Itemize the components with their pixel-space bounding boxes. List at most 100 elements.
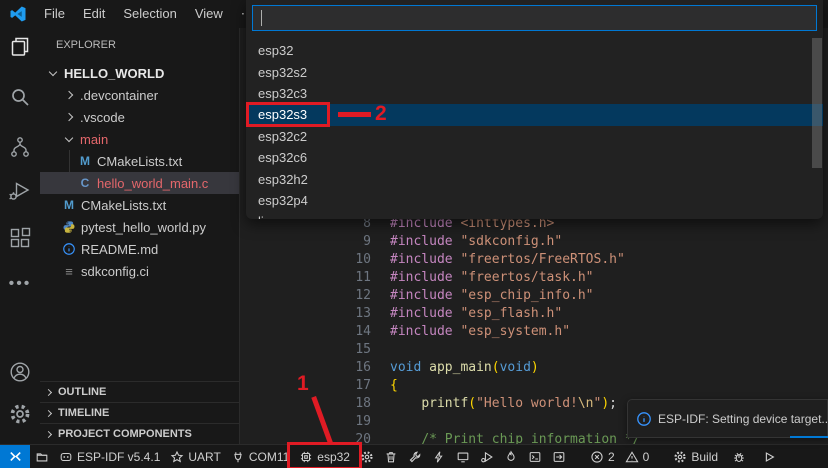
section-timeline[interactable]: TIMELINE	[40, 402, 239, 423]
quickpick-option-esp32[interactable]: esp32	[246, 40, 823, 61]
status-build-flash-monitor[interactable]	[499, 445, 523, 468]
menu-file[interactable]: File	[35, 0, 74, 28]
activity-account-icon[interactable]	[6, 358, 34, 386]
notification-text: ESP-IDF: Setting device target...	[658, 411, 828, 426]
tree-folder-vscode[interactable]: .vscode	[40, 106, 239, 128]
menu-edit[interactable]: Edit	[74, 0, 114, 28]
tree-item-label: sdkconfig.ci	[81, 263, 149, 279]
tree-folder-devcontainer[interactable]: .devcontainer	[40, 84, 239, 106]
section-outline[interactable]: OUTLINE	[40, 381, 239, 402]
line-content: /* Print chip information */	[421, 432, 641, 444]
quickpick-option-esp32c6[interactable]: esp32c6	[246, 147, 823, 168]
tree-file-CMakeLists.txt[interactable]: M CMakeLists.txt	[40, 194, 239, 216]
status-build-project[interactable]	[403, 445, 427, 468]
gear-icon	[673, 450, 687, 464]
status-label: Build	[691, 449, 719, 464]
status-custom-task[interactable]	[547, 445, 571, 468]
option-label: esp32p4	[258, 192, 308, 208]
status-build-status[interactable]: Build	[668, 445, 723, 468]
info-file-icon	[62, 242, 76, 256]
tree-file-CMakeLists.txt[interactable]: M CMakeLists.txt	[40, 150, 239, 172]
status-monitor-device[interactable]	[451, 445, 475, 468]
tree-file-README.md[interactable]: README.md	[40, 238, 239, 260]
remote-icon	[8, 449, 23, 464]
status-sdk-config-editor[interactable]	[355, 445, 379, 468]
line-number: 12	[355, 288, 371, 303]
tree-item-label: .vscode	[80, 109, 125, 125]
line-content: {	[390, 378, 398, 393]
quickpick-option-esp32c3[interactable]: esp32c3	[246, 83, 823, 104]
chevron-right-icon	[64, 90, 74, 100]
status-run-status[interactable]	[757, 445, 781, 468]
tree-item-label: README.md	[81, 241, 159, 257]
toast-notification[interactable]: ESP-IDF: Setting device target...	[627, 399, 828, 438]
gear-icon	[360, 450, 374, 464]
quickpick-option-linux[interactable]: linux	[246, 211, 823, 219]
activity-explorer-icon[interactable]	[6, 33, 34, 61]
code-line-13: 13 #include "esp_flash.h"	[240, 305, 828, 323]
activity-run-debug-icon[interactable]	[6, 177, 34, 205]
code-line-12: 12 #include "esp_chip_info.h"	[240, 287, 828, 305]
quick-pick-input[interactable]	[253, 6, 816, 30]
activity-settings-icon[interactable]	[6, 400, 34, 428]
quickpick-option-esp32s3[interactable]: esp32s3 2	[246, 102, 823, 128]
line-number: 13	[355, 306, 371, 321]
quickpick-scrollbar[interactable]	[812, 38, 822, 168]
line-number: 9	[363, 234, 371, 249]
status-bar: ESP-IDF v5.4.1 UART COM11 esp32 2 0 Build	[0, 442, 828, 468]
status-debug-status[interactable]	[727, 445, 751, 468]
line-content: #include "esp_chip_info.h"	[390, 288, 594, 303]
status-serial-port[interactable]: COM11	[226, 445, 294, 468]
status-remote-indicator[interactable]	[0, 445, 30, 468]
line-number: 19	[355, 414, 371, 429]
status-esp-idf-terminal[interactable]	[523, 445, 547, 468]
quick-pick-list: esp32 esp32s2 esp32c3 esp32s3 2 esp32c2 esp32c…	[246, 40, 823, 219]
annotation-step1-label: 1	[297, 372, 309, 395]
status-debug-device[interactable]	[475, 445, 499, 468]
code-line-15: 15	[240, 341, 828, 359]
tree-file-pytest_hello_world.py[interactable]: pytest_hello_world.py	[40, 216, 239, 238]
status-full-clean[interactable]	[379, 445, 403, 468]
activity-search-icon[interactable]	[6, 83, 34, 111]
python-file-icon	[62, 220, 76, 234]
tree-folder-HELLO_WORLD[interactable]: HELLO_WORLD	[40, 62, 239, 84]
option-label: esp32h2	[258, 171, 308, 187]
quickpick-option-esp32p4[interactable]: esp32p4	[246, 190, 823, 211]
section-label: PROJECT COMPONENTS	[58, 428, 192, 440]
tree-file-hello_world_main.c[interactable]: Chello_world_main.c	[40, 172, 239, 194]
status-label: UART	[188, 449, 221, 464]
status-problems-errors[interactable]: 2	[585, 445, 620, 468]
tree-folder-main[interactable]: main	[40, 128, 239, 150]
section-label: OUTLINE	[58, 386, 107, 398]
menu-selection[interactable]: Selection	[114, 0, 185, 28]
option-label: esp32c2	[258, 128, 308, 144]
quickpick-option-esp32s2[interactable]: esp32s2	[246, 61, 823, 82]
chevron-down-icon	[48, 67, 58, 76]
status-problems-warnings[interactable]: 0	[620, 445, 655, 468]
line-content: void app_main(void)	[390, 360, 539, 375]
activity-more-views-icon[interactable]: •••	[6, 270, 34, 298]
octoface-icon	[59, 450, 73, 464]
activity-extensions-icon[interactable]	[6, 224, 34, 252]
code-line-14: 14 #include "esp_system.h"	[240, 323, 828, 341]
tree-file-sdkconfig.ci[interactable]: ≡ sdkconfig.ci	[40, 260, 239, 282]
monitor-icon	[456, 450, 470, 464]
plug-icon	[231, 450, 245, 464]
tree-item-label: hello_world_main.c	[97, 175, 209, 191]
status-esp-idf-explorer[interactable]	[30, 445, 54, 468]
section-project-components[interactable]: PROJECT COMPONENTS	[40, 423, 239, 444]
trash-icon	[384, 450, 398, 464]
status-esp-idf-version[interactable]: ESP-IDF v5.4.1	[54, 445, 165, 468]
menu-view[interactable]: View	[186, 0, 232, 28]
status-flash-method[interactable]: UART	[165, 445, 225, 468]
quickpick-option-esp32c2[interactable]: esp32c2	[246, 126, 823, 147]
option-label: esp32c3	[258, 85, 308, 101]
tree-item-label: CMakeLists.txt	[81, 197, 167, 213]
quickpick-option-esp32h2[interactable]: esp32h2	[246, 168, 823, 189]
status-device-target[interactable]: esp32	[287, 442, 362, 468]
activity-source-control-icon[interactable]	[6, 133, 34, 161]
status-label: COM11	[248, 449, 290, 464]
status-label: 0	[642, 449, 650, 464]
annotation-step2-line	[338, 112, 371, 118]
status-flash-device[interactable]	[427, 445, 451, 468]
